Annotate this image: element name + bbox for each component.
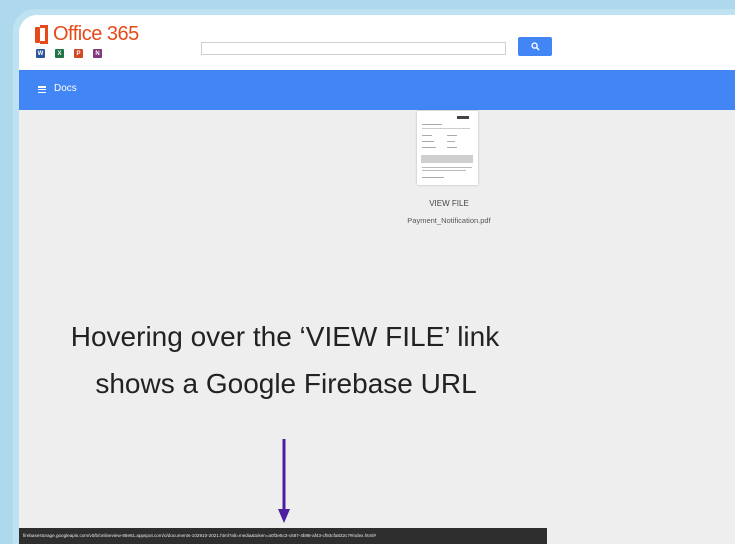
caption-line-1: Hovering over the ‘VIEW FILE’ link xyxy=(70,321,500,352)
search-icon xyxy=(530,42,540,51)
screenshot-frame: Office 365 W X P N Docs VIEW FILE Paymen… xyxy=(13,9,735,544)
caption-line-2: shows a Google Firebase URL xyxy=(95,368,477,399)
office-logo-text: Office 365 xyxy=(53,23,139,45)
search-input[interactable] xyxy=(201,42,506,55)
down-arrow-icon xyxy=(278,439,290,523)
powerpoint-icon[interactable]: P xyxy=(74,49,83,58)
hamburger-menu-icon[interactable] xyxy=(38,86,46,94)
view-file-link[interactable]: VIEW FILE xyxy=(379,199,519,208)
word-icon[interactable]: W xyxy=(36,49,45,58)
excel-icon[interactable]: X xyxy=(55,49,64,58)
browser-viewport: Office 365 W X P N Docs VIEW FILE Paymen… xyxy=(19,15,735,544)
status-bar-url: firebasestorage.googleapis.com/v0/b/onli… xyxy=(19,528,547,544)
navbar: Docs xyxy=(19,70,735,110)
search-button[interactable] xyxy=(518,37,552,56)
office-header: Office 365 W X P N xyxy=(19,15,735,70)
app-launcher: W X P N xyxy=(36,49,102,58)
office-logo-icon xyxy=(35,24,49,44)
onenote-icon[interactable]: N xyxy=(93,49,102,58)
pdf-thumbnail[interactable] xyxy=(417,111,478,185)
office-logo[interactable]: Office 365 xyxy=(35,24,139,44)
file-name: Payment_Notification.pdf xyxy=(407,216,491,225)
nav-title: Docs xyxy=(54,83,77,94)
